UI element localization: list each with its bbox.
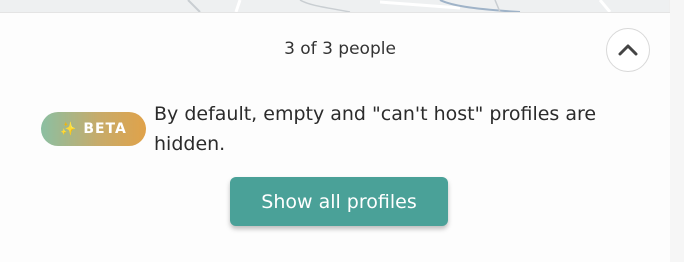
profiles-panel-frame: 3 of 3 people ✨ BETA By default, empty a…	[0, 0, 684, 262]
sparkle-icon: ✨	[60, 121, 78, 137]
people-count: 3 of 3 people	[284, 39, 396, 59]
chevron-up-icon	[618, 44, 638, 56]
beta-badge: ✨ BETA	[41, 112, 146, 146]
show-all-profiles-button[interactable]: Show all profiles	[230, 177, 448, 226]
beta-badge-label: BETA	[83, 121, 127, 137]
results-panel: 3 of 3 people ✨ BETA By default, empty a…	[0, 12, 670, 262]
map-edge	[0, 0, 670, 12]
hidden-profiles-notice: By default, empty and "can't host" profi…	[154, 103, 597, 155]
collapse-button[interactable]	[606, 28, 650, 72]
map-roads	[187, 0, 612, 12]
